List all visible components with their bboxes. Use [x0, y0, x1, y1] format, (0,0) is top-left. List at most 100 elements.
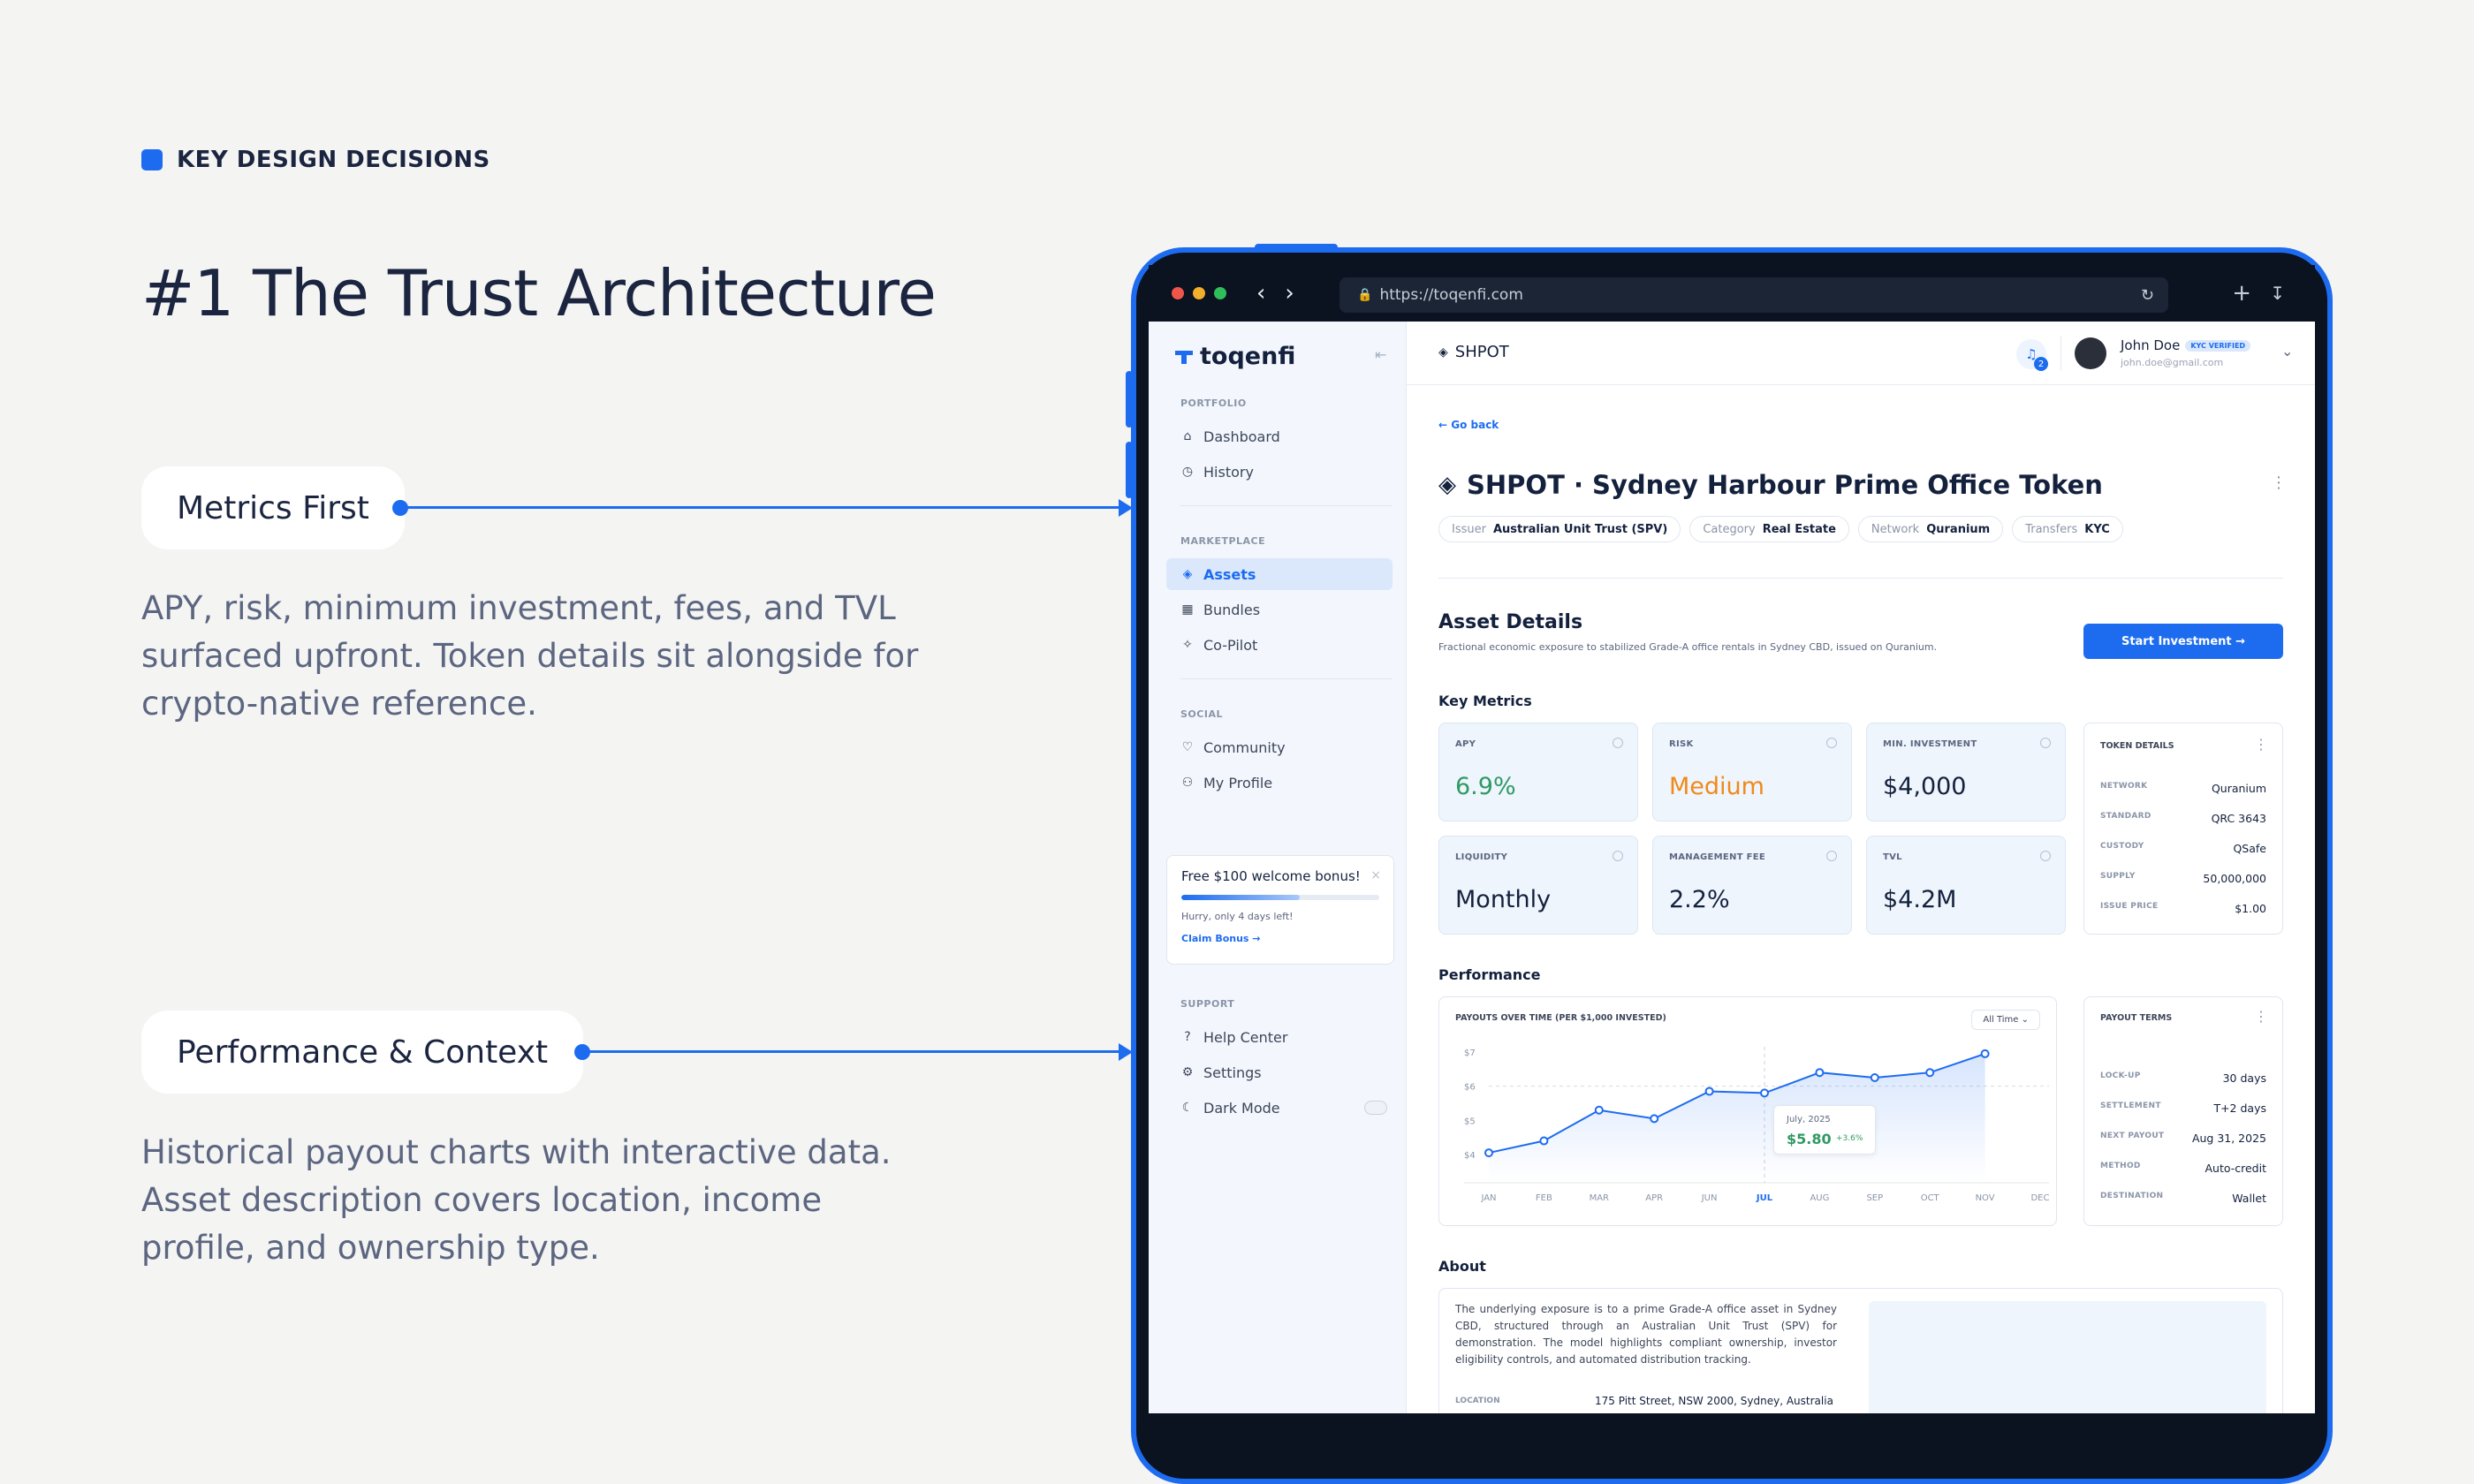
row-key: DESTINATION [2100, 1192, 2164, 1200]
breadcrumb-item[interactable]: SHPOT [1455, 343, 1509, 361]
divider [1180, 505, 1393, 506]
forward-arrow-icon[interactable]: › [1285, 280, 1294, 307]
more-options-icon[interactable]: ⋮ [2271, 473, 2287, 492]
section-label-text: KEY DESIGN DECISIONS [177, 147, 490, 173]
close-window-icon[interactable] [1172, 287, 1184, 299]
download-icon[interactable]: ↧ [2270, 283, 2285, 304]
about-title: About [1438, 1258, 1486, 1275]
chip-value: Real Estate [1762, 522, 1836, 536]
new-tab-icon[interactable]: + [2232, 280, 2251, 307]
user-name[interactable]: John Doe KYC VERIFIED [2121, 337, 2251, 353]
callout-metrics-first: Metrics First [141, 466, 405, 549]
section-label: KEY DESIGN DECISIONS [141, 147, 490, 173]
sidebar-item-history[interactable]: ◷ History [1166, 456, 1393, 488]
row-key: NETWORK [2100, 782, 2148, 791]
data-point [1980, 1049, 1990, 1058]
x-tick-label: NOV [1976, 1193, 1995, 1203]
url-text: https://toqenfi.com [1379, 286, 1523, 304]
close-icon[interactable]: × [1370, 868, 1381, 882]
row-value: Quranium [2211, 782, 2266, 795]
series-area [1489, 1053, 1985, 1183]
dark-mode-toggle[interactable] [1364, 1101, 1387, 1115]
history-icon: ◷ [1181, 465, 1194, 479]
map-placeholder[interactable] [1869, 1301, 2266, 1413]
url-bar[interactable]: 🔒 https://toqenfi.com ↻ [1339, 277, 2168, 313]
x-tick-label: AUG [1810, 1193, 1829, 1203]
claim-bonus-link[interactable]: Claim Bonus → [1181, 933, 1379, 944]
metric-value: Monthly [1455, 886, 1552, 913]
row-key: CUSTODY [2100, 842, 2144, 851]
payouts-line-chart[interactable]: $7 $6 $5 $4 JAN FEB MAR APR JUN JUL AUG SEP OCT NOV DE… [1439, 997, 2058, 1227]
asset-title-text: SHPOT · Sydney Harbour Prime Office Toke… [1467, 470, 2103, 500]
metric-value: Medium [1669, 773, 1764, 800]
nav-label: My Profile [1203, 774, 1273, 791]
callout-body: Historical payout charts with interactiv… [141, 1133, 892, 1267]
chip-value: Australian Unit Trust (SPV) [1492, 522, 1668, 536]
sidebar-item-my-profile[interactable]: ⚇ My Profile [1166, 767, 1393, 799]
row-value: QRC 3643 [2211, 812, 2266, 825]
x-tick-label: DEC [2030, 1193, 2049, 1203]
x-tick-label: MAR [1590, 1193, 1609, 1203]
info-icon[interactable] [2040, 738, 2051, 748]
nav-label: Co-Pilot [1203, 636, 1258, 654]
sidebar-item-bundles[interactable]: ▦ Bundles [1166, 594, 1393, 625]
metric-label: APY [1455, 739, 1476, 749]
chevron-down-icon[interactable]: ⌄ [2281, 343, 2293, 360]
back-arrow-icon[interactable]: ‹ [1256, 280, 1265, 307]
logo[interactable]: toqenfi [1173, 343, 1295, 370]
about-text: The underlying exposure is to a prime Gr… [1455, 1303, 1837, 1366]
more-options-icon[interactable]: ⋮ [2254, 1008, 2268, 1025]
user-icon: ⚇ [1181, 776, 1194, 790]
chip-value: KYC [2084, 522, 2110, 536]
tooltip-date: July, 2025 [1787, 1115, 1831, 1125]
sidebar-item-help-center[interactable]: ? Help Center [1166, 1021, 1393, 1053]
info-icon[interactable] [1826, 738, 1837, 748]
sidebar-item-copilot[interactable]: ✧ Co-Pilot [1166, 629, 1393, 661]
row-key: NEXT PAYOUT [2100, 1132, 2165, 1140]
y-tick-label: $4 [1464, 1151, 1476, 1161]
bonus-subtitle: Hurry, only 4 days left! [1181, 911, 1294, 922]
reload-icon[interactable]: ↻ [2141, 286, 2154, 305]
collapse-sidebar-icon[interactable]: ⇤ [1375, 346, 1386, 363]
payouts-chart-card: PAYOUTS OVER TIME (PER $1,000 INVESTED) … [1438, 996, 2057, 1226]
sidebar-item-assets[interactable]: ◈ Assets [1166, 558, 1393, 590]
sidebar-item-community[interactable]: ♡ Community [1166, 731, 1393, 763]
terms-row: METHOD Auto-credit [2100, 1162, 2266, 1175]
data-point [1815, 1068, 1825, 1078]
x-tick-label: JUN [1701, 1193, 1718, 1203]
main-content: ◈ SHPOT ♫ 2 John Doe KYC VERIFIED john.d… [1407, 322, 2315, 1413]
avatar[interactable] [2075, 337, 2106, 369]
terms-row: NEXT PAYOUT Aug 31, 2025 [2100, 1132, 2266, 1145]
info-icon[interactable] [1613, 738, 1623, 748]
info-icon[interactable] [1613, 851, 1623, 861]
start-investment-button[interactable]: Start Investment → [2083, 624, 2283, 659]
token-row: ISSUE PRICE $1.00 [2100, 902, 2266, 915]
maximize-window-icon[interactable] [1214, 287, 1226, 299]
bonus-progress-fill [1181, 895, 1301, 900]
chip-key: Category [1703, 522, 1756, 536]
more-options-icon[interactable]: ⋮ [2254, 736, 2268, 753]
chip-key: Issuer [1452, 522, 1486, 536]
bonus-progress [1181, 895, 1379, 900]
notification-bell-icon[interactable]: ♫ 2 [2016, 339, 2048, 371]
location-label: LOCATION [1455, 1397, 1500, 1405]
nav-label: Help Center [1203, 1028, 1288, 1046]
sidebar-item-dashboard[interactable]: ⌂ Dashboard [1166, 420, 1393, 452]
token-row: SUPPLY 50,000,000 [2100, 872, 2266, 885]
sidebar-item-settings[interactable]: ⚙ Settings [1166, 1056, 1393, 1088]
chip-issuer: Issuer Australian Unit Trust (SPV) [1438, 516, 1681, 542]
info-icon[interactable] [1826, 851, 1837, 861]
callout-performance-context: Performance & Context [141, 1011, 584, 1094]
info-icon[interactable] [2040, 851, 2051, 861]
go-back-link[interactable]: ← Go back [1438, 419, 1499, 431]
data-point [1925, 1068, 1935, 1078]
metric-label: TVL [1883, 852, 1902, 862]
metric-label: LIQUIDITY [1455, 852, 1508, 862]
sidebar-item-dark-mode[interactable]: ☾ Dark Mode [1166, 1092, 1393, 1124]
minimize-window-icon[interactable] [1193, 287, 1205, 299]
user-name-text: John Doe [2121, 337, 2181, 353]
row-value: 30 days [2222, 1071, 2266, 1085]
row-value: Aug 31, 2025 [2191, 1132, 2266, 1145]
data-point [1704, 1086, 1714, 1096]
data-point [1870, 1073, 1879, 1082]
